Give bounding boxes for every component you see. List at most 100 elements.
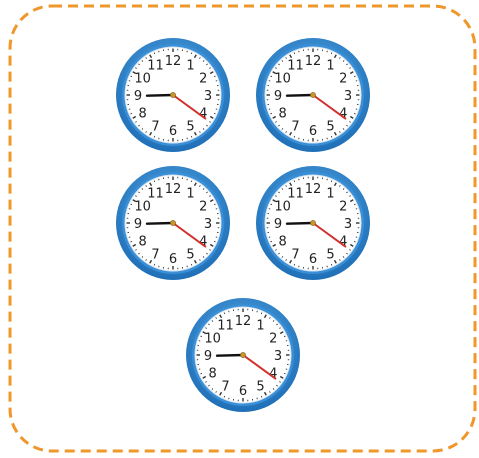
dial-number: 1 (256, 319, 264, 334)
tick-mark (130, 240, 133, 243)
tick-mark (330, 263, 333, 266)
tick-mark (153, 180, 156, 183)
tick-mark (190, 263, 193, 266)
clock-4: 12 1 2 3 4 5 6 7 8 9 10 11 (253, 163, 373, 283)
tick-mark (223, 395, 226, 398)
tick-mark (293, 180, 296, 183)
center-pivot (310, 220, 316, 226)
clock-face-svg: 12 1234567891011 (256, 38, 370, 152)
dial-number: 1 (186, 59, 194, 74)
dial-number: 1 (326, 187, 334, 202)
tick-mark (330, 180, 333, 183)
dial-number: 12 (235, 314, 252, 329)
dial-number: 2 (269, 332, 277, 347)
dial-number: 2 (339, 72, 347, 87)
tick-mark (153, 52, 156, 55)
clock-face-svg: 12 1234567891011 (116, 38, 230, 152)
tick-mark (130, 112, 133, 115)
tick-mark (223, 312, 226, 315)
dial-number: 5 (326, 247, 334, 262)
dial-number: 5 (326, 119, 334, 134)
tick-mark (213, 240, 216, 243)
dial-number: 9 (134, 217, 142, 232)
dial-number: 12 (305, 54, 322, 69)
dial-number: 2 (339, 200, 347, 215)
dial-number: 3 (274, 349, 282, 364)
dial-number: 10 (274, 200, 291, 215)
tick-mark (213, 75, 216, 78)
dial-number: 9 (274, 217, 282, 232)
tick-mark (293, 263, 296, 266)
dial-number: 6 (309, 124, 317, 139)
tick-mark (283, 335, 286, 338)
dial-number: 8 (279, 107, 287, 122)
dial-number: 10 (134, 72, 151, 87)
tick-mark (213, 112, 216, 115)
tick-mark (353, 240, 356, 243)
dial-number: 11 (287, 59, 304, 74)
clock-2: 12 1 2 3 4 5 6 7 8 9 10 11 (253, 35, 373, 155)
dial-number: 7 (151, 119, 159, 134)
dial-number: 8 (209, 367, 217, 382)
center-pivot (170, 92, 176, 98)
center-pivot (310, 92, 316, 98)
tick-mark (260, 312, 263, 315)
dial-number: 8 (139, 107, 147, 122)
dial-number: 5 (256, 379, 264, 394)
dial-number: 6 (309, 252, 317, 267)
dial-number: 5 (186, 119, 194, 134)
dial-number: 9 (134, 89, 142, 104)
tick-mark (213, 203, 216, 206)
dial-number: 11 (217, 319, 234, 334)
center-pivot (170, 220, 176, 226)
tick-mark (130, 75, 133, 78)
tick-mark (270, 75, 273, 78)
dial-number: 3 (344, 89, 352, 104)
center-pivot (240, 352, 246, 358)
dial-number: 10 (134, 200, 151, 215)
dial-number: 2 (199, 200, 207, 215)
tick-mark (293, 135, 296, 138)
dial-number: 6 (239, 384, 247, 399)
hour-hand (215, 353, 245, 357)
tick-mark (200, 372, 203, 375)
dial-number: 2 (199, 72, 207, 87)
tick-mark (190, 135, 193, 138)
clock-face-svg: 12 1234567891011 (256, 166, 370, 280)
clock-3: 12 1 2 3 4 5 6 7 8 9 10 11 (113, 163, 233, 283)
tick-mark (153, 263, 156, 266)
dial-number: 6 (169, 252, 177, 267)
dial-number: 7 (291, 247, 299, 262)
dial-number: 3 (204, 217, 212, 232)
tick-mark (200, 335, 203, 338)
dial-number: 10 (204, 332, 221, 347)
hour-hand (285, 221, 315, 225)
dial-number: 11 (147, 59, 164, 74)
dial-number: 3 (204, 89, 212, 104)
tick-mark (270, 203, 273, 206)
dial-number: 11 (147, 187, 164, 202)
tick-mark (283, 372, 286, 375)
dial-number: 9 (204, 349, 212, 364)
dial-number: 9 (274, 89, 282, 104)
dial-number: 12 (165, 182, 182, 197)
clock-5: 12 1 2 3 4 5 6 7 8 9 10 11 (183, 295, 303, 415)
dial-number: 6 (169, 124, 177, 139)
tick-mark (330, 52, 333, 55)
hour-hand (145, 221, 175, 225)
tick-mark (270, 240, 273, 243)
tick-mark (260, 395, 263, 398)
tick-mark (190, 180, 193, 183)
dial-number: 8 (139, 235, 147, 250)
tick-mark (353, 203, 356, 206)
dial-number: 8 (279, 235, 287, 250)
hour-hand (285, 93, 315, 97)
clock-1: 12 1 2 3 4 5 6 7 8 9 10 11 (113, 35, 233, 155)
tick-mark (353, 112, 356, 115)
dial-number: 12 (305, 182, 322, 197)
tick-mark (330, 135, 333, 138)
tick-mark (293, 52, 296, 55)
dial-number: 10 (274, 72, 291, 87)
dial-number: 5 (186, 247, 194, 262)
dial-number: 12 (165, 54, 182, 69)
